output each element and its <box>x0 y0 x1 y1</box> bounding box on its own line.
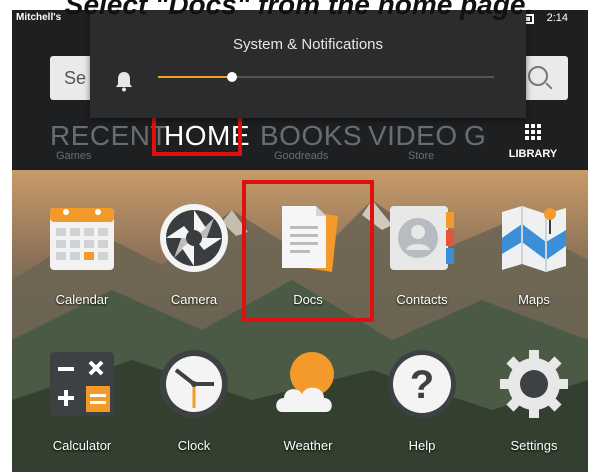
grid-icon <box>525 124 541 140</box>
app-label: Maps <box>518 292 550 307</box>
app-help[interactable]: ? Help <box>372 348 472 458</box>
app-label: Clock <box>177 438 211 453</box>
library-label: LIBRARY <box>508 148 558 160</box>
tablet-screen: Mitchell's 2:14 Se RECENT HOME BOOKS VID… <box>12 10 588 472</box>
tab-games-partial[interactable]: G <box>464 120 486 152</box>
clock-icon <box>160 350 228 418</box>
app-contacts[interactable]: Contacts <box>372 202 472 312</box>
instruction-caption: Select "Docs" from the home page. <box>64 0 534 20</box>
app-label: Weather <box>283 438 333 453</box>
app-calendar[interactable]: Calendar <box>32 202 132 312</box>
app-settings[interactable]: Settings <box>484 348 584 458</box>
bell-icon <box>116 72 132 92</box>
app-label: Help <box>408 438 436 453</box>
app-label: Settings <box>510 438 558 453</box>
home-tab-highlight <box>152 114 242 156</box>
app-label: Camera <box>170 292 218 307</box>
docs-highlight <box>242 180 374 322</box>
tab-video-sub: Store <box>408 150 435 162</box>
app-label: Calculator <box>52 438 112 453</box>
notification-panel[interactable]: System & Notifications <box>90 10 526 118</box>
app-weather[interactable]: Weather <box>258 348 358 458</box>
app-maps[interactable]: Maps <box>484 202 584 312</box>
map-icon <box>502 206 566 272</box>
app-clock[interactable]: Clock <box>144 348 244 458</box>
camera-aperture-icon <box>160 204 228 272</box>
app-label: Calendar <box>55 292 109 307</box>
tab-recent-sub: Games <box>56 150 92 162</box>
notification-title: System & Notifications <box>232 36 384 53</box>
app-camera[interactable]: Camera <box>144 202 244 312</box>
volume-slider-thumb[interactable] <box>226 72 237 82</box>
tutorial-frame: Select "Docs" from the home page. Mitche… <box>0 0 598 472</box>
tab-video[interactable]: VIDEO <box>368 120 458 152</box>
help-icon: ? <box>388 350 456 418</box>
gear-icon <box>500 350 568 418</box>
calculator-icon <box>50 352 114 416</box>
volume-slider[interactable] <box>158 72 494 82</box>
search-placeholder: Se <box>64 68 87 88</box>
app-label: Contacts <box>396 292 448 307</box>
search-icon[interactable] <box>528 66 548 86</box>
tab-books-sub: Goodreads <box>274 150 329 162</box>
contacts-icon <box>390 206 454 270</box>
tab-recent[interactable]: RECENT <box>50 120 168 152</box>
tab-books[interactable]: BOOKS <box>260 120 362 152</box>
volume-slider-fill <box>158 76 232 78</box>
weather-icon <box>276 352 334 412</box>
app-calculator[interactable]: Calculator <box>32 348 132 458</box>
library-button[interactable]: LIBRARY <box>502 124 564 164</box>
svg-text:?: ? <box>410 363 434 407</box>
calendar-icon <box>50 208 114 270</box>
